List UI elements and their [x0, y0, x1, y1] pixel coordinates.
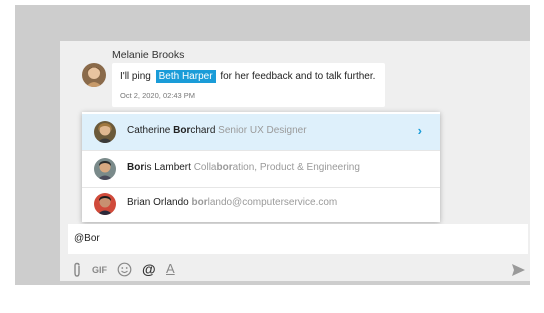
suggestion-name-pre: Catherine [127, 125, 174, 136]
suggestion-sub-post: ation, Product & Engineering [232, 162, 360, 173]
paperclip-icon[interactable] [72, 262, 82, 278]
message-input[interactable]: @Bor [68, 224, 528, 254]
suggestion-item[interactable]: Boris Lambert Collaboration, Product & E… [82, 151, 440, 187]
avatar [94, 193, 116, 215]
suggestion-subtitle: Senior UX Designer [218, 125, 306, 136]
format-text-button[interactable]: A [166, 261, 175, 277]
suggestion-sub-pre: Colla [193, 162, 217, 173]
app-frame: Melanie Brooks I'll ping Beth Harper for… [15, 5, 530, 285]
suggestion-name-pre: Brian Orlando [127, 197, 189, 208]
message-timestamp: Oct 2, 2020, 02:43 PM [120, 91, 196, 100]
sender-name: Melanie Brooks [112, 49, 185, 61]
suggestion-sub-pre: Senior UX Designer [218, 125, 307, 136]
message-input-value: @Bor [74, 233, 100, 244]
composer-toolbar: GIF @ A [68, 259, 528, 281]
suggestion-text: Brian Orlando borlando@computerservice.c… [127, 197, 337, 208]
suggestion-item[interactable]: Brian Orlando borlando@computerservice.c… [82, 186, 440, 222]
smiley-icon[interactable] [117, 262, 132, 278]
send-icon[interactable] [512, 263, 525, 279]
suggestion-sub-post: lando@computerservice.com [207, 197, 338, 208]
mention-button[interactable]: @ [142, 261, 156, 277]
suggestion-text: Boris Lambert Collaboration, Product & E… [127, 162, 360, 173]
avatar [82, 63, 106, 87]
mention-suggestions: Catherine Borchard Senior UX Designer › … [82, 112, 440, 222]
suggestion-sub-match: bor [216, 162, 233, 173]
avatar [94, 158, 116, 180]
suggestion-name-match: Bor [127, 162, 145, 173]
chat-panel: Melanie Brooks I'll ping Beth Harper for… [60, 41, 530, 281]
message-text-after: for her feedback and to talk further. [220, 71, 376, 82]
suggestion-text: Catherine Borchard Senior UX Designer [127, 125, 307, 136]
suggestion-name-match: Bor [173, 125, 191, 136]
gif-button[interactable]: GIF [92, 265, 107, 281]
message-bubble: I'll ping Beth Harper for her feedback a… [112, 63, 385, 107]
mention-tag[interactable]: Beth Harper [155, 70, 216, 83]
avatar [94, 121, 116, 143]
message-text-before: I'll ping [120, 71, 151, 82]
suggestion-subtitle: borlando@computerservice.com [191, 197, 337, 208]
suggestion-subtitle: Collaboration, Product & Engineering [194, 162, 360, 173]
suggestion-sub-match: bor [191, 197, 208, 208]
suggestion-name-post: chard [190, 125, 216, 136]
message-text: I'll ping Beth Harper for her feedback a… [120, 70, 376, 83]
suggestion-name-post: is Lambert [144, 162, 191, 173]
chevron-right-icon[interactable]: › [418, 123, 422, 138]
suggestion-item[interactable]: Catherine Borchard Senior UX Designer › [82, 114, 440, 150]
